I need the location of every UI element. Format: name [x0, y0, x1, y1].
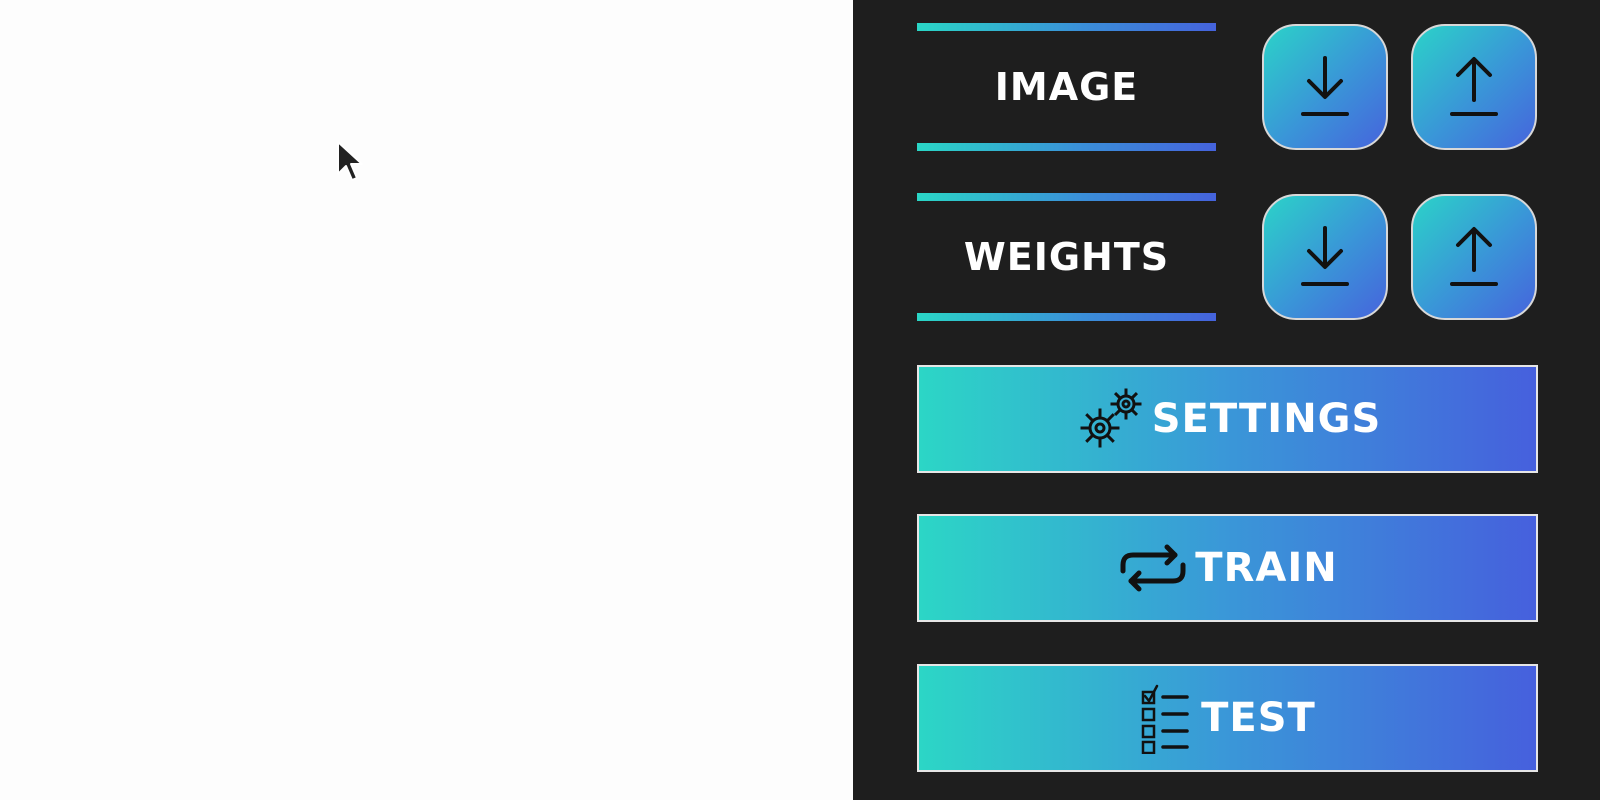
checklist-icon [1139, 682, 1195, 754]
image-label: IMAGE [994, 65, 1139, 109]
divider-line [917, 143, 1216, 151]
repeat-icon [1117, 543, 1189, 593]
image-download-button[interactable] [1262, 24, 1388, 150]
image-row: IMAGE [917, 23, 1537, 153]
settings-label: SETTINGS [1151, 396, 1382, 442]
weights-label-block: WEIGHTS [917, 193, 1216, 323]
control-panel: IMAGE WEIGHTS SETTINGS TRAIN TEST [853, 0, 1600, 800]
train-button[interactable]: TRAIN [917, 514, 1538, 622]
gears-icon [1074, 384, 1146, 454]
train-label: TRAIN [1195, 545, 1338, 591]
settings-button[interactable]: SETTINGS [917, 365, 1538, 473]
download-icon [1301, 226, 1349, 286]
app-window: IMAGE WEIGHTS SETTINGS TRAIN TEST [0, 0, 1600, 800]
upload-icon [1450, 57, 1498, 116]
image-label-block: IMAGE [917, 23, 1216, 153]
divider-line [917, 23, 1216, 31]
weights-download-button[interactable] [1262, 194, 1388, 320]
weights-upload-button[interactable] [1411, 194, 1537, 320]
divider-line [917, 313, 1216, 321]
divider-line [917, 193, 1216, 201]
image-upload-button[interactable] [1411, 24, 1537, 150]
drawing-canvas[interactable] [0, 0, 853, 800]
test-button[interactable]: TEST [917, 664, 1538, 772]
upload-icon [1450, 227, 1498, 286]
weights-label: WEIGHTS [963, 235, 1170, 279]
weights-row: WEIGHTS [917, 193, 1537, 323]
download-icon [1301, 56, 1349, 116]
test-label: TEST [1201, 695, 1316, 741]
mouse-cursor-icon [337, 141, 363, 181]
